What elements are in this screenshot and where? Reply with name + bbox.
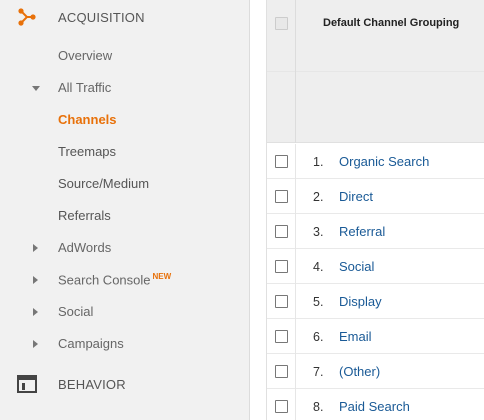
channel-link[interactable]: Direct — [339, 189, 373, 204]
nav-item-label: Overview — [58, 48, 113, 63]
nav-item-label: Social — [58, 304, 94, 319]
select-all-checkbox[interactable] — [275, 17, 288, 30]
row-number: 7. — [313, 365, 324, 379]
table-row: 1. Organic Search — [267, 144, 484, 179]
row-checkbox-cell — [267, 284, 296, 319]
table-row: 7. (Other) — [267, 354, 484, 389]
channel-link[interactable]: Paid Search — [339, 399, 410, 414]
nav-section-label: ACQUISITION — [58, 9, 145, 25]
nav-item-label: Treemaps — [58, 144, 117, 159]
nav-item-channels[interactable]: Channels — [0, 106, 250, 134]
caret-right-icon — [33, 308, 38, 316]
behavior-icon — [15, 372, 39, 396]
row-checkbox[interactable] — [275, 400, 288, 413]
nav-item-referrals[interactable]: Referrals — [0, 202, 250, 230]
nav-item-label: Campaigns — [58, 336, 124, 351]
channel-link[interactable]: Display — [339, 294, 382, 309]
channel-link[interactable]: (Other) — [339, 364, 380, 379]
row-checkbox[interactable] — [275, 330, 288, 343]
table-header: Default Channel Grouping — [267, 0, 484, 143]
channel-link[interactable]: Organic Search — [339, 154, 429, 169]
row-checkbox[interactable] — [275, 225, 288, 238]
table-header-row — [267, 0, 484, 72]
row-checkbox-cell — [267, 249, 296, 284]
nav-item-social[interactable]: Social — [0, 298, 250, 326]
table-row: 3. Referral — [267, 214, 484, 249]
row-checkbox-cell — [267, 214, 296, 249]
row-number: 4. — [313, 260, 324, 274]
table-row: 4. Social — [267, 249, 484, 284]
nav-item-label: All Traffic — [58, 80, 112, 95]
nav-section-behavior[interactable]: BEHAVIOR — [0, 367, 250, 401]
checkbox-column — [267, 0, 296, 143]
row-number: 3. — [313, 225, 324, 239]
column-header-channel-grouping[interactable]: Default Channel Grouping — [323, 17, 459, 29]
table-row: 5. Display — [267, 284, 484, 319]
nav-item-source-medium[interactable]: Source/Medium — [0, 170, 250, 198]
nav-item-label: Source/Medium — [58, 176, 150, 191]
caret-right-icon — [33, 276, 38, 284]
nav-item-all-traffic[interactable]: All Traffic — [0, 74, 250, 102]
channel-link[interactable]: Referral — [339, 224, 385, 239]
sidebar: ACQUISITION Overview All Traffic Channel… — [0, 0, 250, 420]
row-number: 1. — [313, 155, 324, 169]
acquisition-icon — [15, 5, 39, 29]
nav-item-text: Search Console — [58, 272, 151, 288]
row-checkbox-cell — [267, 144, 296, 179]
nav-item-label: AdWords — [58, 240, 112, 255]
row-checkbox-cell — [267, 179, 296, 214]
row-number: 6. — [313, 330, 324, 344]
nav-item-treemaps[interactable]: Treemaps — [0, 138, 250, 166]
channel-link[interactable]: Social — [339, 259, 374, 274]
row-number: 8. — [313, 400, 324, 414]
nav-section-acquisition[interactable]: ACQUISITION — [0, 0, 250, 34]
row-number: 2. — [313, 190, 324, 204]
row-number: 5. — [313, 295, 324, 309]
table-row: 6. Email — [267, 319, 484, 354]
new-badge: NEW — [152, 272, 172, 281]
nav-item-campaigns[interactable]: Campaigns — [0, 330, 250, 358]
caret-right-icon — [33, 244, 38, 252]
row-checkbox-cell — [267, 389, 296, 420]
row-checkbox[interactable] — [275, 190, 288, 203]
row-checkbox[interactable] — [275, 295, 288, 308]
channel-link[interactable]: Email — [339, 329, 372, 344]
row-checkbox[interactable] — [275, 365, 288, 378]
nav-item-adwords[interactable]: AdWords — [0, 234, 250, 262]
nav-item-label: Search Console NEW — [58, 272, 171, 287]
table-row: 8. Paid Search — [267, 389, 484, 420]
row-checkbox-cell — [267, 354, 296, 389]
nav-item-overview[interactable]: Overview — [0, 42, 250, 70]
row-checkbox[interactable] — [275, 260, 288, 273]
row-checkbox-cell — [267, 319, 296, 354]
table-row: 2. Direct — [267, 179, 484, 214]
nav-section-label: BEHAVIOR — [58, 376, 126, 392]
caret-down-icon — [32, 86, 40, 91]
caret-right-icon — [33, 340, 38, 348]
nav-item-search-console[interactable]: Search Console NEW — [0, 266, 250, 294]
nav-item-label: Channels — [58, 112, 117, 127]
row-checkbox[interactable] — [275, 155, 288, 168]
data-table: Default Channel Grouping 1. Organic Sear… — [266, 0, 484, 420]
nav-item-label: Referrals — [58, 208, 111, 223]
